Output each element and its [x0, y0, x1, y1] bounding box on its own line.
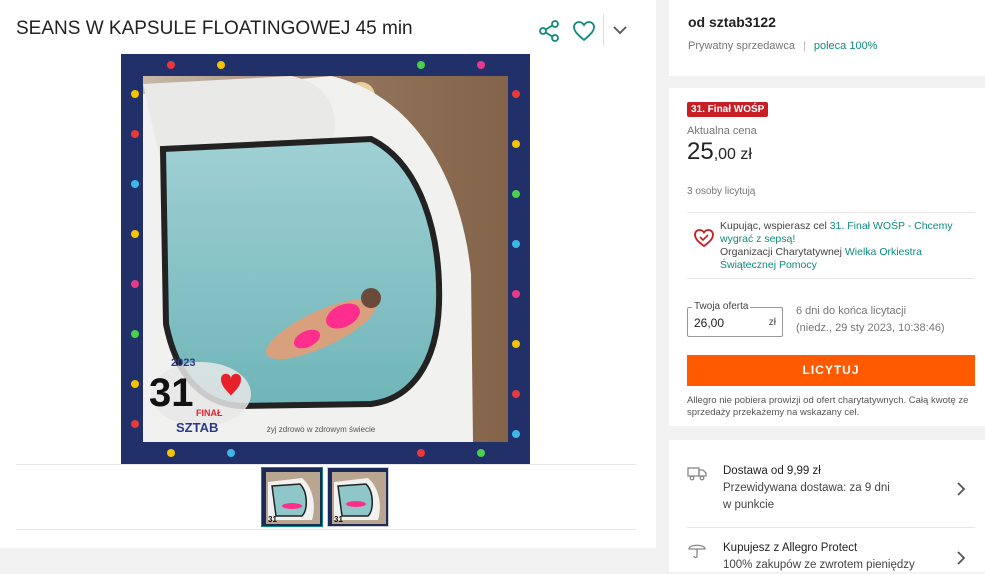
charity-badge: 31. Finał WOŚP — [687, 102, 769, 117]
time-left: 6 dni do końca licytacji — [796, 305, 907, 317]
share-icon[interactable] — [538, 20, 560, 42]
protect-description: 100% zakupów ze zwrotem pieniędzy — [723, 559, 915, 571]
charity-heart-icon — [694, 229, 714, 248]
divider — [687, 527, 975, 528]
seller-recommend[interactable]: poleca 100% — [814, 40, 878, 52]
separator: | — [803, 40, 806, 52]
price-decimal: ,00 zł — [713, 146, 752, 163]
offer-gallery-panel: SEANS W KAPSULE FLOATINGOWEJ 45 min żyj … — [0, 0, 656, 548]
frame-caption: żyj zdrowo w zdrowym świecie — [267, 425, 376, 434]
current-price: 25,00 zł — [687, 138, 752, 166]
main-product-image[interactable]: żyj zdrowo w zdrowym świecie 2023 31 FIN… — [121, 54, 530, 464]
svg-text:SZTAB: SZTAB — [176, 420, 218, 435]
truck-icon — [687, 467, 707, 481]
page-title: SEANS W KAPSULE FLOATINGOWEJ 45 min — [16, 18, 413, 39]
divider — [603, 14, 604, 46]
heart-icon[interactable] — [572, 20, 596, 42]
offer-input[interactable]: Twoja oferta 26,00 zł — [687, 301, 783, 337]
delivery-info[interactable]: Dostawa od 9,99 zł Przewidywana dostawa:… — [723, 463, 890, 514]
end-date: (niedz., 29 sty 2023, 10:38:46) — [796, 322, 945, 334]
divider — [16, 529, 636, 530]
auction-card: 31. Finał WOŚP Aktualna cena 25,00 zł 3 … — [669, 88, 985, 426]
divider — [16, 464, 636, 465]
delivery-location: w punkcie — [723, 499, 775, 511]
umbrella-icon — [688, 544, 706, 559]
seller-name[interactable]: od sztab3122 — [688, 14, 776, 30]
charity-info: Kupując, wspierasz cel 31. Finał WOŚP - … — [720, 220, 960, 272]
chevron-right-icon[interactable] — [955, 550, 967, 566]
charity-prefix: Kupując, wspierasz cel — [720, 220, 830, 232]
delivery-estimate: Przewidywana dostawa: za 9 dni — [723, 482, 890, 494]
offer-currency: zł — [768, 317, 776, 328]
bidders-count: 3 osoby licytują — [687, 186, 756, 197]
divider — [687, 278, 975, 279]
svg-text:FINAŁ: FINAŁ — [196, 408, 223, 418]
price-label: Aktualna cena — [687, 125, 757, 137]
svg-text:31: 31 — [268, 515, 277, 524]
svg-text:31: 31 — [334, 515, 343, 524]
svg-text:31: 31 — [149, 371, 194, 415]
chevron-right-icon[interactable] — [955, 481, 967, 497]
delivery-title: Dostawa od 9,99 zł — [723, 465, 821, 477]
charity-org-prefix: Organizacji Charytatywnej — [720, 246, 845, 258]
thumbnail-1[interactable]: 31 — [261, 467, 323, 527]
offer-label: Twoja oferta — [692, 301, 751, 312]
thumbnail-2[interactable]: 31 — [327, 467, 389, 527]
seller-type: Prywatny sprzedawca | poleca 100% — [688, 40, 877, 52]
divider — [687, 212, 975, 213]
delivery-card: Dostawa od 9,99 zł Przewidywana dostawa:… — [669, 440, 985, 572]
bid-button[interactable]: LICYTUJ — [687, 355, 975, 386]
protect-title: Kupujesz z Allegro Protect — [723, 542, 858, 554]
offer-value[interactable]: 26,00 — [694, 316, 724, 330]
charity-disclaimer: Allegro nie pobiera prowizji od ofert ch… — [687, 395, 969, 418]
protect-info[interactable]: Kupujesz z Allegro Protect 100% zakupów … — [723, 540, 915, 574]
chevron-down-icon[interactable] — [611, 22, 629, 38]
price-main: 25 — [687, 138, 714, 165]
seller-card: od sztab3122 Prywatny sprzedawca | poleca … — [669, 0, 985, 76]
seller-type-label: Prywatny sprzedawca — [688, 40, 795, 52]
svg-text:2023: 2023 — [171, 357, 195, 369]
